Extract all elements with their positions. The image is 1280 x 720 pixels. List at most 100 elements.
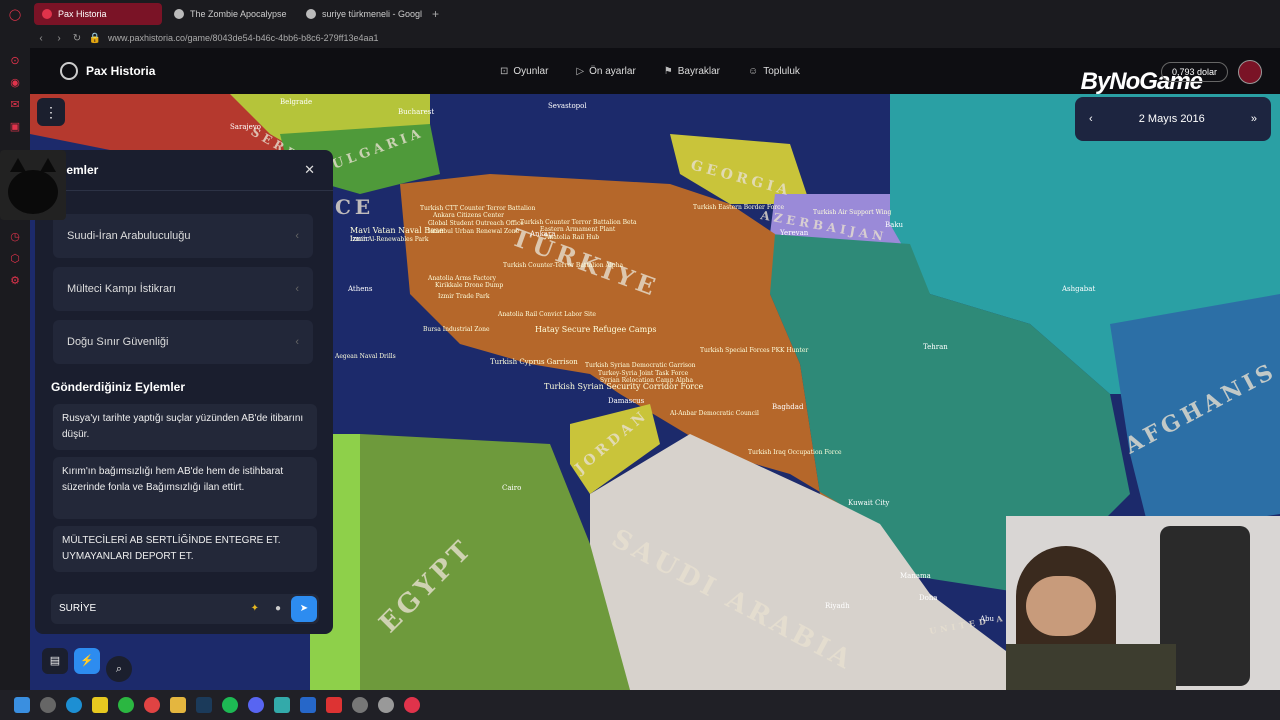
forward-icon[interactable]: › bbox=[50, 33, 68, 44]
map-annotation[interactable]: Bursa Industrial Zone bbox=[423, 326, 490, 333]
action-item[interactable]: Doğu Sınır Güvenliği ‹ bbox=[53, 320, 313, 364]
taskbar-app-icon[interactable] bbox=[274, 697, 290, 713]
windows-start-icon[interactable] bbox=[14, 697, 30, 713]
messenger-icon[interactable]: ✉ bbox=[8, 98, 22, 112]
settings-icon[interactable] bbox=[352, 697, 368, 713]
place-belgrade[interactable]: Belgrade bbox=[280, 98, 312, 106]
map-annotation[interactable]: Izmir Al-Renewables Park bbox=[350, 236, 429, 243]
place-yerevan[interactable]: Yerevan bbox=[779, 229, 809, 237]
actions-button[interactable]: ⚡ bbox=[74, 648, 100, 674]
settings-icon[interactable]: ⚙ bbox=[8, 274, 22, 288]
place-manama[interactable]: Manama bbox=[900, 572, 931, 580]
place-baghdad[interactable]: Baghdad bbox=[772, 403, 804, 411]
map-annotation[interactable]: Turkish Counter Terror Battalion Beta bbox=[520, 219, 637, 226]
prev-date-icon[interactable]: ‹ bbox=[1089, 113, 1093, 125]
nav-on-ayarlar[interactable]: ▷ Ön ayarlar bbox=[576, 66, 635, 77]
tab-zombie-apocalypse[interactable]: The Zombie Apocalypse bbox=[166, 3, 294, 25]
url-text[interactable]: www.paxhistoria.co/game/8043de54-b46c-4b… bbox=[108, 33, 379, 43]
tab-google-search[interactable]: suriye türkmeneli - Googl bbox=[298, 3, 426, 25]
map-annotation[interactable]: Turkish Air Support Wing bbox=[813, 209, 891, 216]
sent-actions-title: Gönderdiğiniz Eylemler bbox=[51, 380, 186, 394]
spotify-icon[interactable] bbox=[222, 697, 238, 713]
nav-bayraklar[interactable]: ⚑ Bayraklar bbox=[664, 66, 720, 77]
avatar[interactable] bbox=[1238, 60, 1262, 84]
map-annotation[interactable]: Ankara Citizens Center bbox=[432, 212, 504, 219]
action-item[interactable]: Mülteci Kampı İstikrarı ‹ bbox=[53, 267, 313, 311]
map-annotation[interactable]: Anatolia Rail Hub bbox=[544, 234, 599, 241]
notes-icon[interactable] bbox=[92, 697, 108, 713]
place-cairo[interactable]: Cairo bbox=[502, 484, 521, 492]
search-button[interactable]: ⌕ bbox=[106, 656, 132, 682]
close-icon[interactable]: ✕ bbox=[304, 162, 315, 178]
opera-logo-icon[interactable]: ◯ bbox=[8, 8, 22, 22]
taskbar-app-icon[interactable] bbox=[40, 697, 56, 713]
sparkle-icon[interactable]: ✦ bbox=[251, 594, 259, 624]
map-annotation[interactable]: Eastern Armament Plant bbox=[540, 226, 616, 233]
steam-icon[interactable] bbox=[196, 697, 212, 713]
map-annotation[interactable]: Turkish Counter-Terror Battalion Alpha bbox=[503, 262, 623, 269]
app-name: Pax Historia bbox=[86, 64, 156, 78]
folder-icon[interactable] bbox=[170, 697, 186, 713]
fast-forward-icon[interactable]: » bbox=[1251, 113, 1257, 125]
map-annotation[interactable]: Global Student Outreach Office bbox=[428, 220, 524, 227]
map-annotation[interactable]: Turkish Special Forces PKK Hunter bbox=[700, 347, 808, 354]
new-tab-button[interactable]: + bbox=[432, 7, 439, 21]
discord-icon[interactable] bbox=[248, 697, 264, 713]
send-button[interactable]: ➤ bbox=[291, 596, 317, 622]
place-baku[interactable]: Baku bbox=[885, 221, 904, 229]
map-annotation[interactable]: Anatolia Arms Factory bbox=[427, 275, 497, 282]
place-damascus[interactable]: Damascus bbox=[608, 397, 645, 405]
whatsapp-icon[interactable] bbox=[118, 697, 134, 713]
microphone-icon[interactable]: ● bbox=[275, 594, 281, 624]
place-athens[interactable]: Athens bbox=[347, 285, 373, 293]
app-logo[interactable]: Pax Historia bbox=[60, 62, 155, 80]
action-item[interactable]: Suudi-İran Arabuluculuğu ‹ bbox=[53, 214, 313, 258]
taskbar-app-icon[interactable] bbox=[300, 697, 316, 713]
chat-button[interactable]: ▤ bbox=[42, 648, 68, 674]
reload-icon[interactable]: ↻ bbox=[68, 33, 86, 44]
chrome-icon[interactable] bbox=[144, 697, 160, 713]
edge-icon[interactable] bbox=[66, 697, 82, 713]
users-icon: ☺ bbox=[748, 65, 759, 77]
map-annotation[interactable]: Turkish Iraq Occupation Force bbox=[748, 449, 842, 456]
place-tehran[interactable]: Tehran bbox=[923, 343, 948, 351]
map-menu-button[interactable]: ⋮ bbox=[37, 98, 65, 126]
history-icon[interactable]: ◷ bbox=[8, 230, 22, 244]
place-kuwait-city[interactable]: Kuwait City bbox=[848, 499, 889, 507]
map-annotation[interactable]: Hatay Secure Refugee Camps bbox=[535, 325, 656, 334]
map-annotation[interactable]: Syrian Relocation Camp Alpha bbox=[600, 377, 693, 384]
tab-pax-historia[interactable]: Pax Historia bbox=[34, 3, 162, 25]
map-annotation[interactable]: Istanbul Urban Renewal Zone bbox=[428, 228, 520, 235]
extensions-icon[interactable]: ⬡ bbox=[8, 252, 22, 266]
back-icon[interactable]: ‹ bbox=[32, 33, 50, 44]
place-riyadh[interactable]: Riyadh bbox=[825, 602, 850, 610]
map-annotation[interactable]: Turkey-Syria Joint Task Force bbox=[598, 370, 689, 377]
place-bucharest[interactable]: Bucharest bbox=[398, 108, 434, 116]
map-annotation[interactable]: Izmir Trade Park bbox=[438, 293, 490, 300]
map-annotation[interactable]: Kirikkale Drone Dump bbox=[435, 282, 503, 289]
action-input[interactable]: SURİYE ✦ ● ➤ bbox=[51, 594, 319, 624]
flag-icon: ⚑ bbox=[663, 65, 673, 77]
map-annotation[interactable]: Turkish Cyprus Garrison bbox=[490, 358, 578, 366]
sidebar-icon-2[interactable]: ◉ bbox=[8, 76, 22, 90]
sidebar-icon-3[interactable]: ▣ bbox=[8, 120, 22, 134]
map-annotation[interactable]: Turkish Syrian Democratic Garrison bbox=[585, 362, 696, 369]
nav-topluluk[interactable]: ☺ Topluluk bbox=[748, 66, 800, 77]
sidebar-icon-1[interactable]: ⊙ bbox=[8, 54, 22, 68]
map-annotation[interactable]: Anatolia Rail Convict Labor Site bbox=[497, 311, 596, 318]
balance-badge[interactable]: 0,793 dolar bbox=[1160, 62, 1228, 82]
place-doha[interactable]: Doha bbox=[919, 594, 938, 602]
nav-oyunlar[interactable]: ⊡ Oyunlar bbox=[500, 66, 548, 77]
taskbar-app-icon[interactable] bbox=[378, 697, 394, 713]
place-abu-dhabi[interactable]: Abu bbox=[979, 615, 995, 623]
map-annotation[interactable]: Aegean Naval Drills bbox=[334, 353, 396, 360]
play-icon: ▷ bbox=[576, 65, 585, 77]
pdf-icon[interactable] bbox=[326, 697, 342, 713]
opera-icon[interactable] bbox=[404, 697, 420, 713]
place-sevastopol[interactable]: Sevastopol bbox=[548, 102, 587, 110]
map-annotation[interactable]: Turkish CTT Counter Terror Battalion bbox=[420, 205, 535, 212]
place-sarajevo[interactable]: Sarajevo bbox=[230, 123, 261, 131]
place-ashgabat[interactable]: Ashgabat bbox=[1061, 285, 1095, 293]
map-annotation[interactable]: Al-Anbar Democratic Council bbox=[669, 410, 759, 417]
map-annotation[interactable]: Turkish Eastern Border Force bbox=[693, 204, 785, 211]
